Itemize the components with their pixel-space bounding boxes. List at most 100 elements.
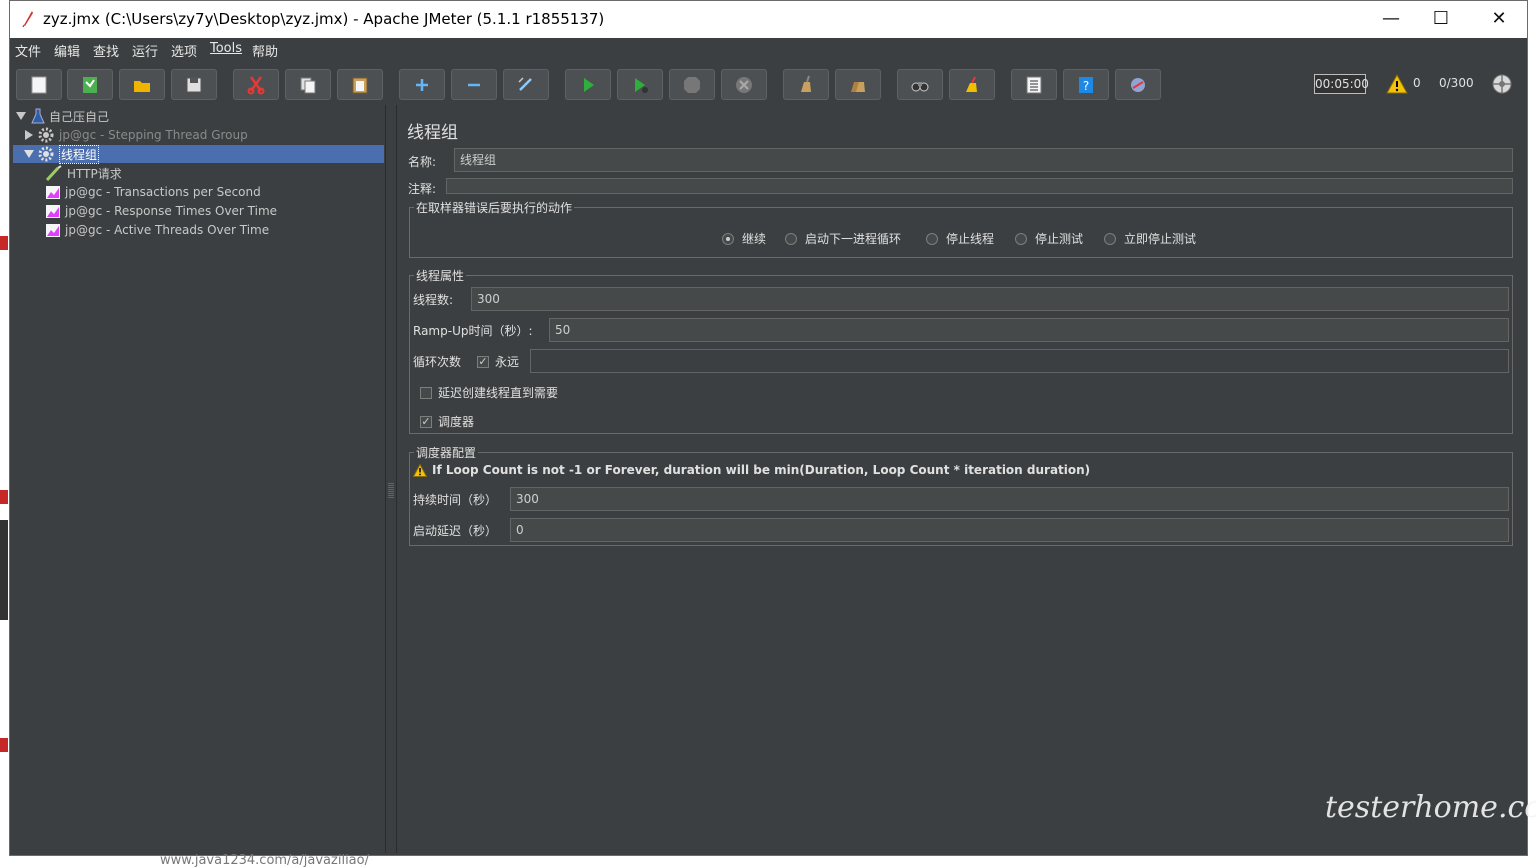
stop-icon <box>684 76 700 93</box>
binoculars-icon <box>911 81 929 91</box>
menu-tools[interactable]: Tools <box>210 41 242 56</box>
radio-stop-test[interactable]: 停止测试 <box>1015 230 1083 247</box>
stop-button[interactable] <box>669 69 715 100</box>
tree-node-label: jp@gc - Transactions per Second <box>65 185 261 199</box>
radio-continue[interactable]: 继续 <box>722 230 766 247</box>
minus-icon <box>468 83 480 86</box>
menu-bar: 文件 编辑 查找 运行 选项 Tools 帮助 <box>10 38 1527 60</box>
checkbox-box[interactable]: ✓ <box>420 415 432 428</box>
menu-options[interactable]: 选项 <box>171 41 197 60</box>
loop-count-field[interactable] <box>530 349 1509 373</box>
templates-button[interactable] <box>67 69 113 100</box>
rampup-field[interactable]: 50 <box>549 318 1509 342</box>
toggle-button[interactable] <box>503 69 549 100</box>
tree-node-label: HTTP请求 <box>67 166 122 181</box>
function-helper-button[interactable] <box>1011 69 1057 100</box>
graph-listener-icon <box>46 186 60 199</box>
clear-button[interactable] <box>783 69 829 100</box>
tree-expanded-arrow-icon[interactable] <box>24 149 34 159</box>
split-pane-divider[interactable] <box>387 105 395 853</box>
radio-start-next-loop[interactable]: 启动下一进程循环 <box>785 230 901 247</box>
start-no-pauses-button[interactable] <box>617 69 663 100</box>
radio-stop-test-now[interactable]: 立即停止测试 <box>1104 230 1196 247</box>
paste-button[interactable] <box>337 69 383 100</box>
copy-button[interactable] <box>285 69 331 100</box>
save-button[interactable] <box>171 69 217 100</box>
open-button[interactable] <box>119 69 165 100</box>
checkbox-label: 延迟创建线程直到需要 <box>438 386 559 400</box>
tree-expanded-arrow-icon[interactable] <box>16 111 26 121</box>
close-button[interactable]: ✕ <box>1476 5 1522 33</box>
startup-delay-field[interactable]: 0 <box>510 518 1509 542</box>
shutdown-button[interactable] <box>721 69 767 100</box>
duration-field[interactable]: 300 <box>510 487 1509 511</box>
cut-button[interactable] <box>233 69 279 100</box>
comment-field[interactable] <box>446 178 1513 194</box>
help-icon: ? <box>1079 76 1093 93</box>
scheduler-note-text: If Loop Count is not -1 or Forever, dura… <box>432 463 1091 477</box>
startup-delay-label: 启动延迟（秒） <box>413 524 498 538</box>
checkbox-box[interactable]: ✓ <box>477 355 489 368</box>
radio-label: 停止线程 <box>946 232 995 246</box>
window-title: zyz.jmx (C:\Users\zy7y\Desktop\zyz.jmx) … <box>43 10 605 28</box>
test-plan-flask-icon <box>31 108 45 124</box>
checkbox-box[interactable] <box>420 386 432 399</box>
watermark: testerhome.com <box>1325 790 1536 825</box>
plus-icon <box>416 78 428 91</box>
tree-collapsed-arrow-icon[interactable] <box>24 130 34 140</box>
tree-node-active-threads[interactable]: jp@gc - Active Threads Over Time <box>45 221 269 239</box>
toolbar: ? 00:05:00 0 0/300 <box>10 60 1527 104</box>
tree-node-stepping-thread-group[interactable]: jp@gc - Stepping Thread Group <box>37 126 248 144</box>
menu-help[interactable]: 帮助 <box>252 41 278 60</box>
help-button[interactable]: ? <box>1063 69 1109 100</box>
new-file-icon <box>31 76 47 93</box>
menu-file[interactable]: 文件 <box>15 41 41 60</box>
radio-dot[interactable] <box>722 232 734 245</box>
tree-node-response-times[interactable]: jp@gc - Response Times Over Time <box>45 202 277 220</box>
shutdown-icon <box>736 76 752 93</box>
threads-field[interactable]: 300 <box>471 287 1509 311</box>
remote-start-button[interactable] <box>1115 69 1161 100</box>
collapse-all-button[interactable] <box>451 69 497 100</box>
background-fragment <box>0 520 8 620</box>
menu-edit[interactable]: 编辑 <box>54 41 80 60</box>
tree-node-transactions-per-second[interactable]: jp@gc - Transactions per Second <box>45 183 261 201</box>
warning-icon[interactable] <box>1386 74 1408 94</box>
radio-dot[interactable] <box>926 232 938 245</box>
toggle-wand-icon <box>518 76 532 91</box>
menu-run[interactable]: 运行 <box>132 41 158 60</box>
reset-search-button[interactable] <box>949 69 995 100</box>
new-button[interactable] <box>16 69 62 100</box>
scheduler-config-title: 调度器配置 <box>414 444 479 461</box>
forever-checkbox[interactable]: ✓ 永远 <box>477 353 519 370</box>
clear-all-button[interactable] <box>835 69 881 100</box>
scheduler-checkbox[interactable]: ✓ 调度器 <box>420 413 474 430</box>
save-icon <box>186 77 202 92</box>
folder-open-icon <box>134 80 150 92</box>
start-button[interactable] <box>565 69 611 100</box>
name-field[interactable]: 线程组 <box>454 148 1513 172</box>
radio-label: 停止测试 <box>1035 232 1084 246</box>
tree-node-thread-group[interactable]: 线程组 <box>13 144 384 164</box>
radio-dot[interactable] <box>785 232 797 245</box>
sampler-error-action-title: 在取样器错误后要执行的动作 <box>414 199 575 216</box>
maximize-button[interactable]: ☐ <box>1418 5 1464 33</box>
search-button[interactable] <box>897 69 943 100</box>
radio-stop-thread[interactable]: 停止线程 <box>926 230 994 247</box>
background-fragment <box>0 738 8 752</box>
menu-search[interactable]: 查找 <box>93 41 119 60</box>
tree-node-http-request[interactable]: HTTP请求 <box>45 164 122 182</box>
radio-dot[interactable] <box>1104 232 1116 245</box>
minimize-button[interactable]: — <box>1368 5 1414 33</box>
tree-node-test-plan[interactable]: 自己压自己 <box>31 107 109 125</box>
radio-label: 启动下一进程循环 <box>805 232 902 246</box>
expand-all-button[interactable] <box>399 69 445 100</box>
active-threads-count: 0/300 <box>1439 76 1474 90</box>
delay-thread-creation-checkbox[interactable]: 延迟创建线程直到需要 <box>420 384 558 401</box>
radio-dot[interactable] <box>1015 232 1027 245</box>
elapsed-timer: 00:05:00 <box>1314 74 1369 94</box>
broom-all-icon <box>851 81 865 92</box>
duration-label: 持续时间（秒） <box>413 493 498 507</box>
tree-node-label: 线程组 <box>59 144 100 164</box>
scheduler-note: If Loop Count is not -1 or Forever, dura… <box>413 463 1090 477</box>
